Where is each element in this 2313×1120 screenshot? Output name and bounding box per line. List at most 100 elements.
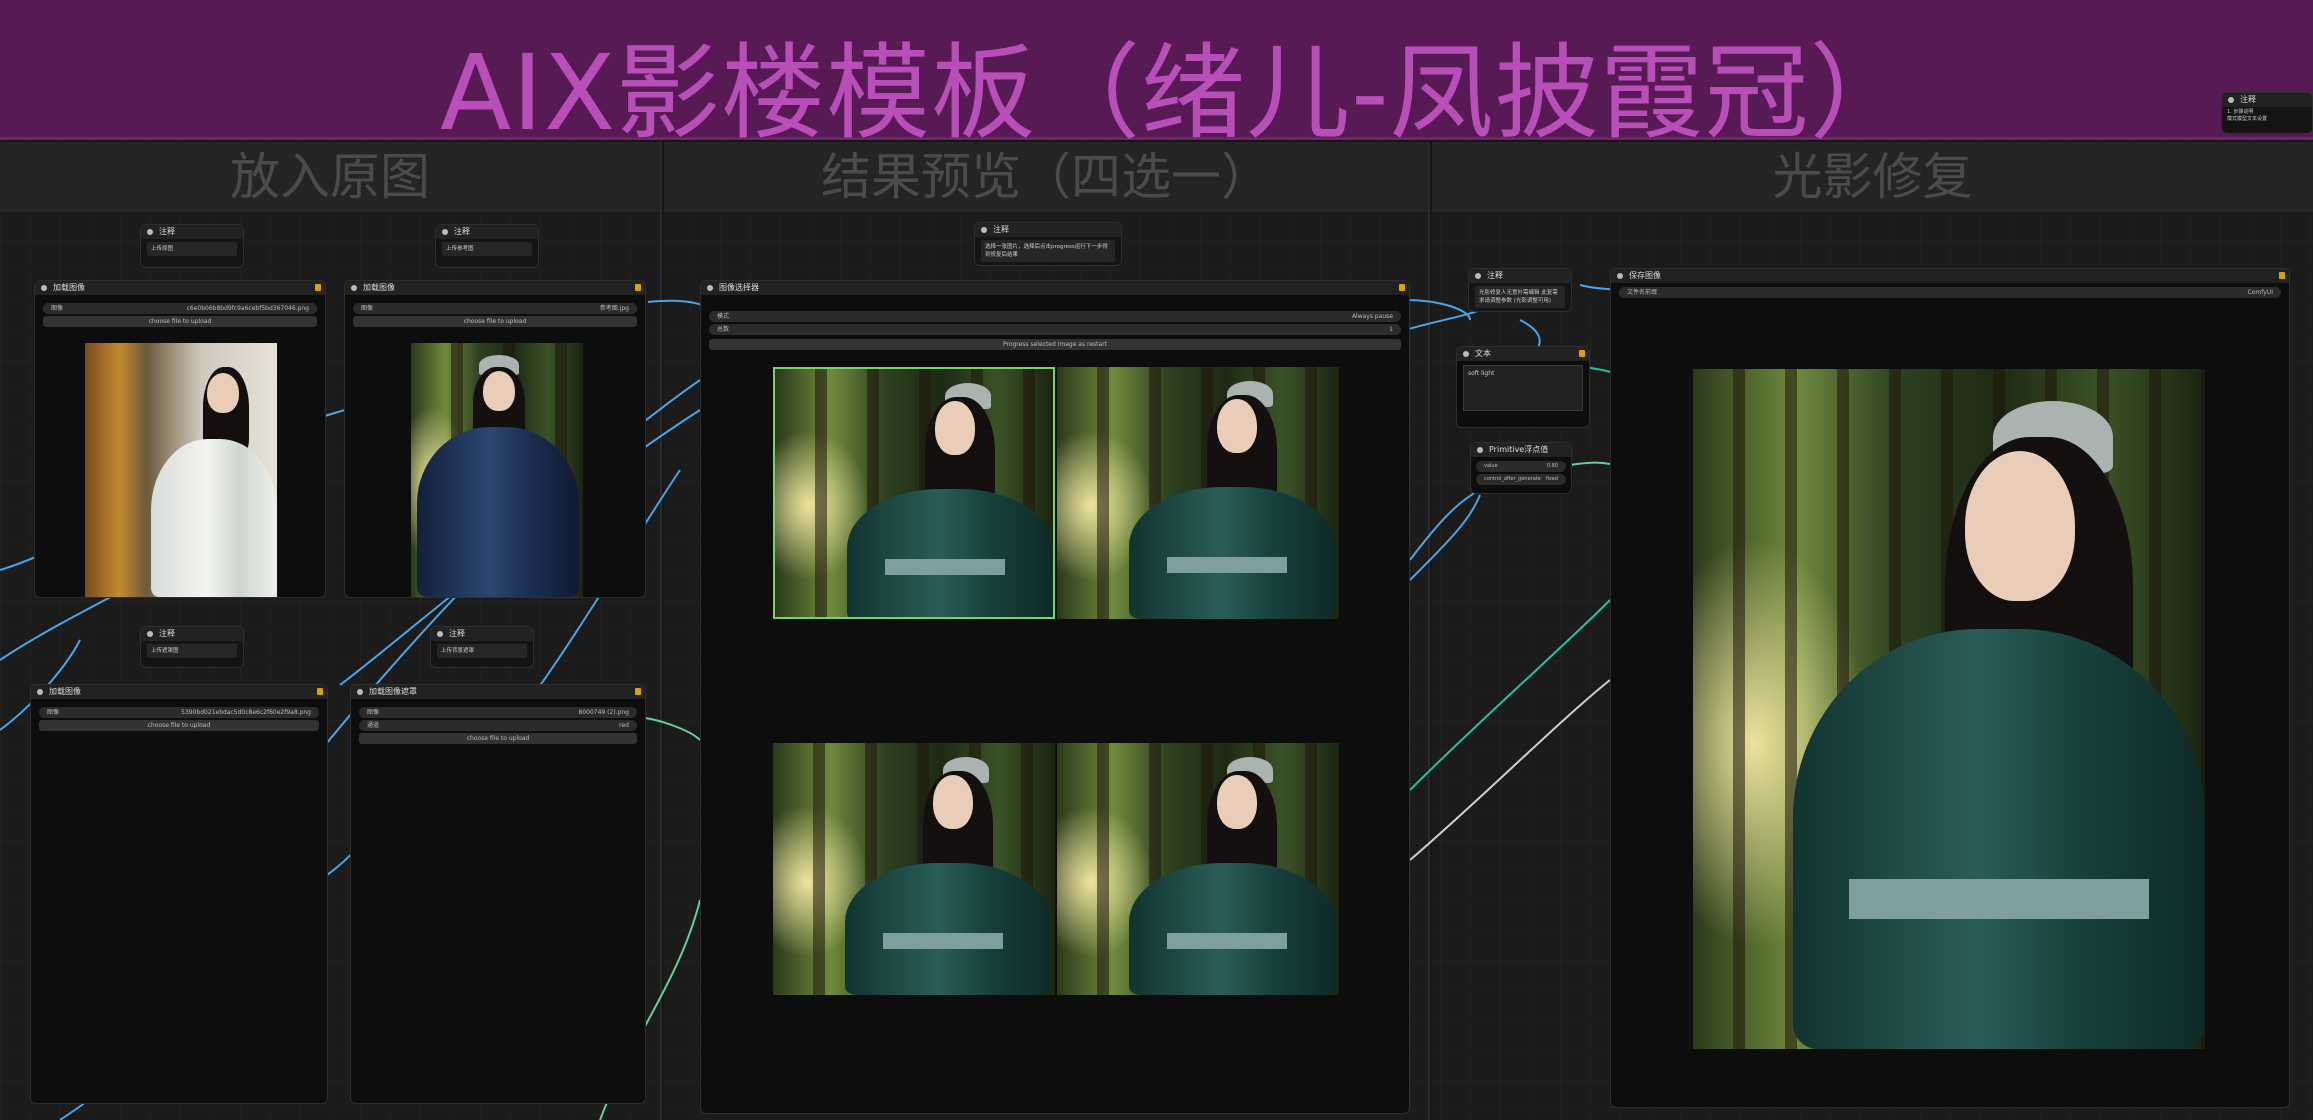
load-1-upload-button[interactable]: choose file to upload [43, 316, 317, 327]
lock-icon[interactable] [315, 284, 321, 291]
node-dot-icon [147, 631, 153, 637]
lock-icon[interactable] [1579, 350, 1585, 357]
chooser-title: 图像选择器 [719, 283, 759, 292]
node-dot-icon [437, 631, 443, 637]
prim-value-widget[interactable]: value 0.80 [1476, 461, 1566, 472]
load-1-header[interactable]: 加载图像 [35, 281, 325, 295]
save-header[interactable]: 保存图像 [1611, 269, 2289, 283]
load-3-header[interactable]: 加载图像 [31, 685, 327, 699]
text-node-title: 文本 [1475, 349, 1491, 358]
load-image-node-1[interactable]: 加载图像 图像 c6e0b06b8bd9fc9a6cebf5bd367046.pn… [34, 280, 326, 598]
lock-icon[interactable] [2279, 272, 2285, 279]
lock-icon[interactable] [635, 688, 641, 695]
link-15 [1409, 489, 1481, 561]
note-3-title: 注释 [993, 225, 1009, 234]
load-3-title: 加载图像 [49, 687, 81, 696]
load-1-label: 图像 [51, 305, 64, 312]
note-node-2[interactable]: 注释 上传参考图 [435, 224, 539, 268]
prim-w2-value: fixed [1545, 476, 1558, 482]
load-image-node-3[interactable]: 加载图像 图像 5390bd021ebdac5d0c8e6c2f60e2f9a8.… [30, 684, 328, 1104]
load-3-upload-button[interactable]: choose file to upload [39, 720, 319, 731]
link-11 [644, 717, 701, 741]
node-dot-icon [1477, 447, 1483, 453]
chooser-header[interactable]: 图像选择器 [701, 281, 1409, 295]
note-4-text[interactable]: 上传遮罩图 [147, 644, 237, 658]
note-4-title: 注释 [159, 629, 175, 638]
note-3-header[interactable]: 注释 [975, 223, 1121, 237]
link-8 [647, 299, 706, 307]
figure-white-dress [85, 343, 277, 597]
node-dot-icon [1463, 351, 1469, 357]
lock-icon[interactable] [317, 688, 323, 695]
note-5-text[interactable]: 上传背景遮罩 [437, 644, 527, 658]
note-5-header[interactable]: 注释 [431, 627, 533, 641]
link-22 [1569, 461, 1611, 466]
load-4-header[interactable]: 加载图像遮罩 [351, 685, 645, 699]
note-6-text[interactable]: 光影修复人无意外需编辑 此复需求请调整参数 (光影调整可用) [1475, 286, 1565, 308]
preview-image-2[interactable] [1057, 367, 1339, 619]
workflow-canvas[interactable]: AIX影楼模板（绪儿-凤披霞冠） 注释 1. 步骤说明 模式模型文本设置 放入原… [0, 0, 2313, 1120]
load-4-w1-label: 图像 [367, 709, 380, 716]
load-2-image-combo[interactable]: 图像 参考图.jpg [353, 303, 637, 314]
chooser-w1-value: Always pause [1351, 313, 1393, 320]
chooser-count-widget[interactable]: 总数 1 [709, 324, 1401, 335]
load-mask-node[interactable]: 加载图像遮罩 图像 8000749 (2).png 通道 red choose fi… [350, 684, 646, 1104]
chooser-w2-label: 总数 [717, 326, 730, 333]
load-4-channel-combo[interactable]: 通道 red [359, 720, 637, 731]
note-node-4[interactable]: 注释 上传遮罩图 [140, 626, 244, 668]
node-dot-icon [981, 227, 987, 233]
link-14 [1404, 309, 1481, 331]
load-1-preview-image [85, 343, 277, 597]
note-2-text[interactable]: 上传参考图 [442, 242, 532, 256]
note-2-header[interactable]: 注释 [436, 225, 538, 239]
image-chooser-node[interactable]: 图像选择器 模式 Always pause 总数 1 Progress select… [700, 280, 1410, 1114]
preview-image-1[interactable] [773, 367, 1055, 619]
note-1-text[interactable]: 上传原图 [147, 242, 237, 256]
save-output-image [1693, 369, 2205, 1049]
prim-control-widget[interactable]: control_after_generate fixed [1476, 474, 1566, 485]
preview-image-4[interactable] [1057, 743, 1339, 995]
load-4-title: 加载图像遮罩 [369, 687, 417, 696]
node-dot-icon [1617, 273, 1623, 279]
chooser-w2-value: 1 [1389, 326, 1393, 333]
note-1-title: 注释 [159, 227, 175, 236]
note-node-5[interactable]: 注释 上传背景遮罩 [430, 626, 534, 668]
primitive-float-node[interactable]: Primitive浮点值 value 0.80 control_after_gen… [1470, 442, 1572, 494]
load-4-image-combo[interactable]: 图像 8000749 (2).png [359, 707, 637, 718]
note-node-3[interactable]: 注释 选择一张图片，选择后点击progress运行下一步得到修复后结果 [974, 222, 1122, 266]
load-image-node-2[interactable]: 加载图像 图像 参考图.jpg choose file to upload [344, 280, 646, 598]
load-2-upload-button[interactable]: choose file to upload [353, 316, 637, 327]
save-prefix-widget[interactable]: 文件名前缀 ComfyUI [1619, 287, 2281, 298]
text-node-textarea[interactable]: soft light [1463, 365, 1583, 411]
load-2-header[interactable]: 加载图像 [345, 281, 645, 295]
note-4-header[interactable]: 注释 [141, 627, 243, 641]
save-label: 文件名前缀 [1627, 289, 1658, 296]
note-node-1[interactable]: 注释 上传原图 [140, 224, 244, 268]
prim-header[interactable]: Primitive浮点值 [1471, 443, 1571, 457]
save-value: ComfyUI [2247, 289, 2273, 296]
prim-w1-label: value [1484, 463, 1498, 469]
note-node-6[interactable]: 注释 光影修复人无意外需编辑 此复需求请调整参数 (光影调整可用) [1468, 268, 1572, 312]
lock-icon[interactable] [1399, 284, 1405, 291]
chooser-mode-combo[interactable]: 模式 Always pause [709, 311, 1401, 322]
prim-w1-value: 0.80 [1546, 463, 1558, 469]
node-dot-icon [442, 229, 448, 235]
text-node[interactable]: 文本 soft light [1456, 346, 1590, 428]
load-1-image-combo[interactable]: 图像 c6e0b06b8bd9fc9a6cebf5bd367046.png [43, 303, 317, 314]
save-image-node[interactable]: 保存图像 文件名前缀 ComfyUI [1610, 268, 2290, 1108]
load-3-value: 5390bd021ebdac5d0c8e6c2f60e2f9a8.png [181, 709, 311, 716]
text-node-header[interactable]: 文本 [1457, 347, 1589, 361]
note-1-header[interactable]: 注释 [141, 225, 243, 239]
preview-image-3[interactable] [773, 743, 1055, 995]
lock-icon[interactable] [635, 284, 641, 291]
note-6-header[interactable]: 注释 [1469, 269, 1571, 283]
load-3-image-combo[interactable]: 图像 5390bd021ebdac5d0c8e6c2f60e2f9a8.png [39, 707, 319, 718]
save-title: 保存图像 [1629, 271, 1661, 280]
node-dot-icon [1475, 273, 1481, 279]
node-dot-icon [357, 689, 363, 695]
prim-w2-label: control_after_generate [1484, 476, 1541, 482]
chooser-progress-button[interactable]: Progress selected image as restart [709, 339, 1401, 350]
note-6-title: 注释 [1487, 271, 1503, 280]
note-3-text[interactable]: 选择一张图片，选择后点击progress运行下一步得到修复后结果 [981, 240, 1115, 262]
load-4-upload-button[interactable]: choose file to upload [359, 733, 637, 744]
